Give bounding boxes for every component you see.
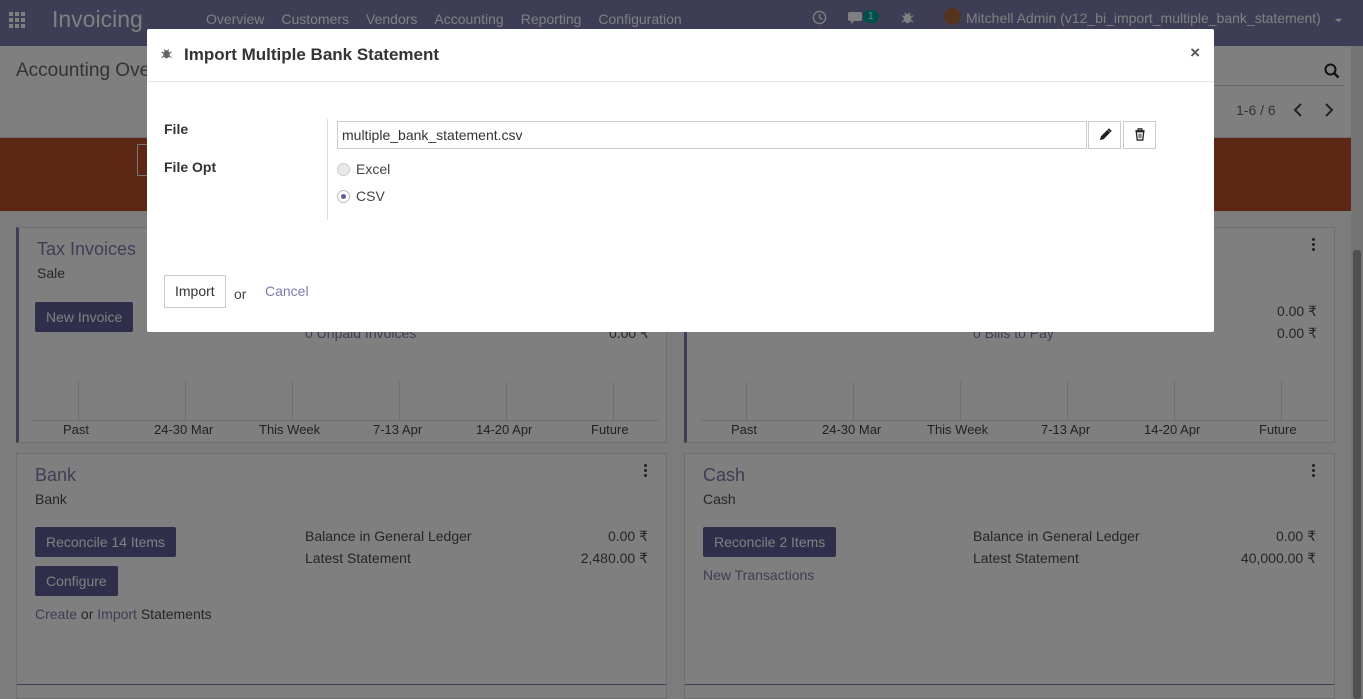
file-name-field[interactable]: multiple_bank_statement.csv	[337, 121, 1087, 149]
csv-radio[interactable]	[337, 190, 350, 203]
close-icon[interactable]: ×	[1190, 43, 1200, 63]
trash-icon	[1134, 128, 1146, 144]
excel-option-label[interactable]: Excel	[356, 161, 390, 177]
excel-radio[interactable]	[337, 163, 350, 176]
pencil-icon	[1099, 128, 1112, 144]
import-dialog: Import Multiple Bank Statement × File Fi…	[147, 29, 1214, 332]
edit-file-button[interactable]	[1088, 121, 1121, 149]
clear-file-button[interactable]	[1123, 121, 1156, 149]
field-separator	[327, 119, 328, 220]
debug-bug-icon[interactable]	[160, 47, 174, 61]
dialog-title: Import Multiple Bank Statement	[184, 45, 440, 64]
dialog-header: Import Multiple Bank Statement ×	[147, 29, 1214, 82]
or-text: or	[234, 286, 247, 302]
import-button[interactable]: Import	[164, 275, 226, 308]
file-label: File	[164, 121, 189, 137]
csv-option-label[interactable]: CSV	[356, 188, 385, 204]
cancel-button[interactable]: Cancel	[265, 283, 309, 299]
file-opt-label: File Opt	[164, 159, 217, 175]
